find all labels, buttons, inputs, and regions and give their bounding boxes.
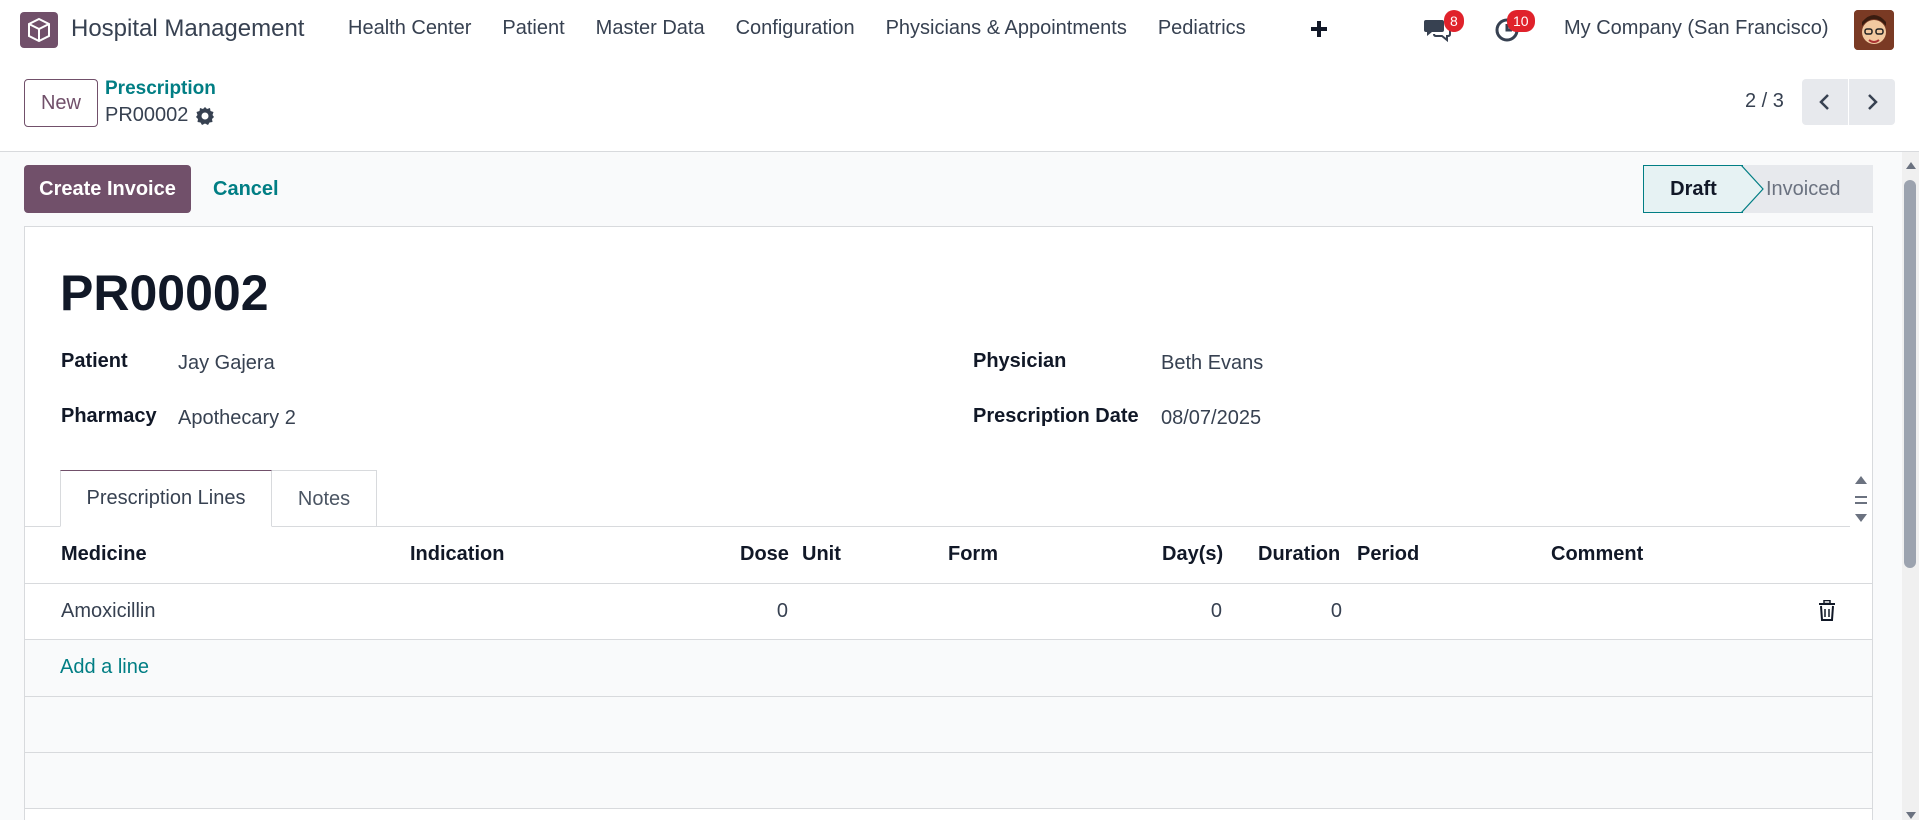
physician-field[interactable]: Beth Evans	[1161, 352, 1263, 375]
prescription-date-label: Prescription Date	[973, 405, 1139, 427]
menu-health-center[interactable]: Health Center	[348, 17, 471, 40]
menu-configuration[interactable]: Configuration	[736, 17, 855, 40]
gear-icon[interactable]	[195, 106, 215, 131]
header-divider	[25, 583, 1872, 584]
empty-list-row	[25, 697, 1872, 752]
column-duration[interactable]: Duration	[1258, 543, 1340, 566]
column-comment[interactable]: Comment	[1551, 543, 1643, 566]
messages-badge: 8	[1444, 10, 1464, 32]
plus-icon[interactable]	[1308, 14, 1332, 44]
page-scrollbar-thumb[interactable]	[1904, 180, 1916, 568]
tab-scroll-icon[interactable]	[1853, 474, 1869, 531]
record-title: PR00002	[60, 265, 269, 321]
prescription-date-field[interactable]: 08/07/2025	[1161, 407, 1261, 430]
control-panel	[0, 60, 1919, 152]
column-form[interactable]: Form	[948, 543, 998, 566]
stage-arrow-icon	[1740, 164, 1765, 218]
pharmacy-label: Pharmacy	[61, 405, 157, 427]
row-dose[interactable]: 0	[740, 600, 788, 623]
menu-pediatrics[interactable]: Pediatrics	[1158, 17, 1246, 40]
row-divider	[25, 808, 1872, 809]
pager-previous-button[interactable]	[1802, 79, 1848, 125]
row-medicine[interactable]: Amoxicillin	[61, 600, 155, 623]
main-menu: Health Center Patient Master Data Config…	[348, 17, 1277, 40]
patient-field[interactable]: Jay Gajera	[178, 352, 275, 375]
breadcrumb-current-record: PR00002	[105, 104, 189, 126]
row-days[interactable]: 0	[1162, 600, 1222, 623]
menu-master-data[interactable]: Master Data	[596, 17, 705, 40]
trash-icon[interactable]	[1817, 599, 1837, 627]
tab-notes[interactable]: Notes	[272, 470, 377, 527]
pager-value[interactable]: 2 / 3	[1745, 90, 1784, 113]
physician-label: Physician	[973, 350, 1067, 372]
breadcrumb-prescription[interactable]: Prescription	[105, 78, 216, 100]
app-logo-icon[interactable]	[20, 12, 58, 48]
column-medicine[interactable]: Medicine	[61, 543, 147, 566]
scroll-down-arrow-icon[interactable]	[1905, 808, 1917, 820]
column-days[interactable]: Day(s)	[1162, 543, 1223, 566]
column-dose[interactable]: Dose	[740, 543, 789, 566]
app-name[interactable]: Hospital Management	[71, 15, 304, 43]
pager-next-button[interactable]	[1849, 79, 1895, 125]
create-invoice-button[interactable]: Create Invoice	[24, 165, 191, 213]
column-period[interactable]: Period	[1357, 543, 1419, 566]
menu-patient[interactable]: Patient	[502, 17, 564, 40]
scroll-up-arrow-icon[interactable]	[1905, 157, 1917, 175]
row-duration[interactable]: 0	[1258, 600, 1342, 623]
pharmacy-field[interactable]: Apothecary 2	[178, 407, 296, 430]
user-avatar[interactable]	[1854, 10, 1894, 50]
new-button[interactable]: New	[24, 79, 98, 127]
tab-prescription-lines[interactable]: Prescription Lines	[60, 470, 272, 527]
stage-draft[interactable]: Draft	[1643, 165, 1743, 213]
menu-physicians-appointments[interactable]: Physicians & Appointments	[886, 17, 1127, 40]
company-switcher[interactable]: My Company (San Francisco)	[1564, 17, 1829, 40]
column-indication[interactable]: Indication	[410, 543, 504, 566]
cancel-button[interactable]: Cancel	[213, 178, 279, 201]
empty-list-row	[25, 753, 1872, 808]
add-line-row	[25, 640, 1872, 696]
patient-label: Patient	[61, 350, 128, 372]
activities-badge: 10	[1507, 10, 1535, 32]
top-navbar: Hospital Management Health Center Patien…	[0, 0, 1919, 60]
column-unit[interactable]: Unit	[802, 543, 841, 566]
add-a-line-link[interactable]: Add a line	[60, 656, 149, 679]
